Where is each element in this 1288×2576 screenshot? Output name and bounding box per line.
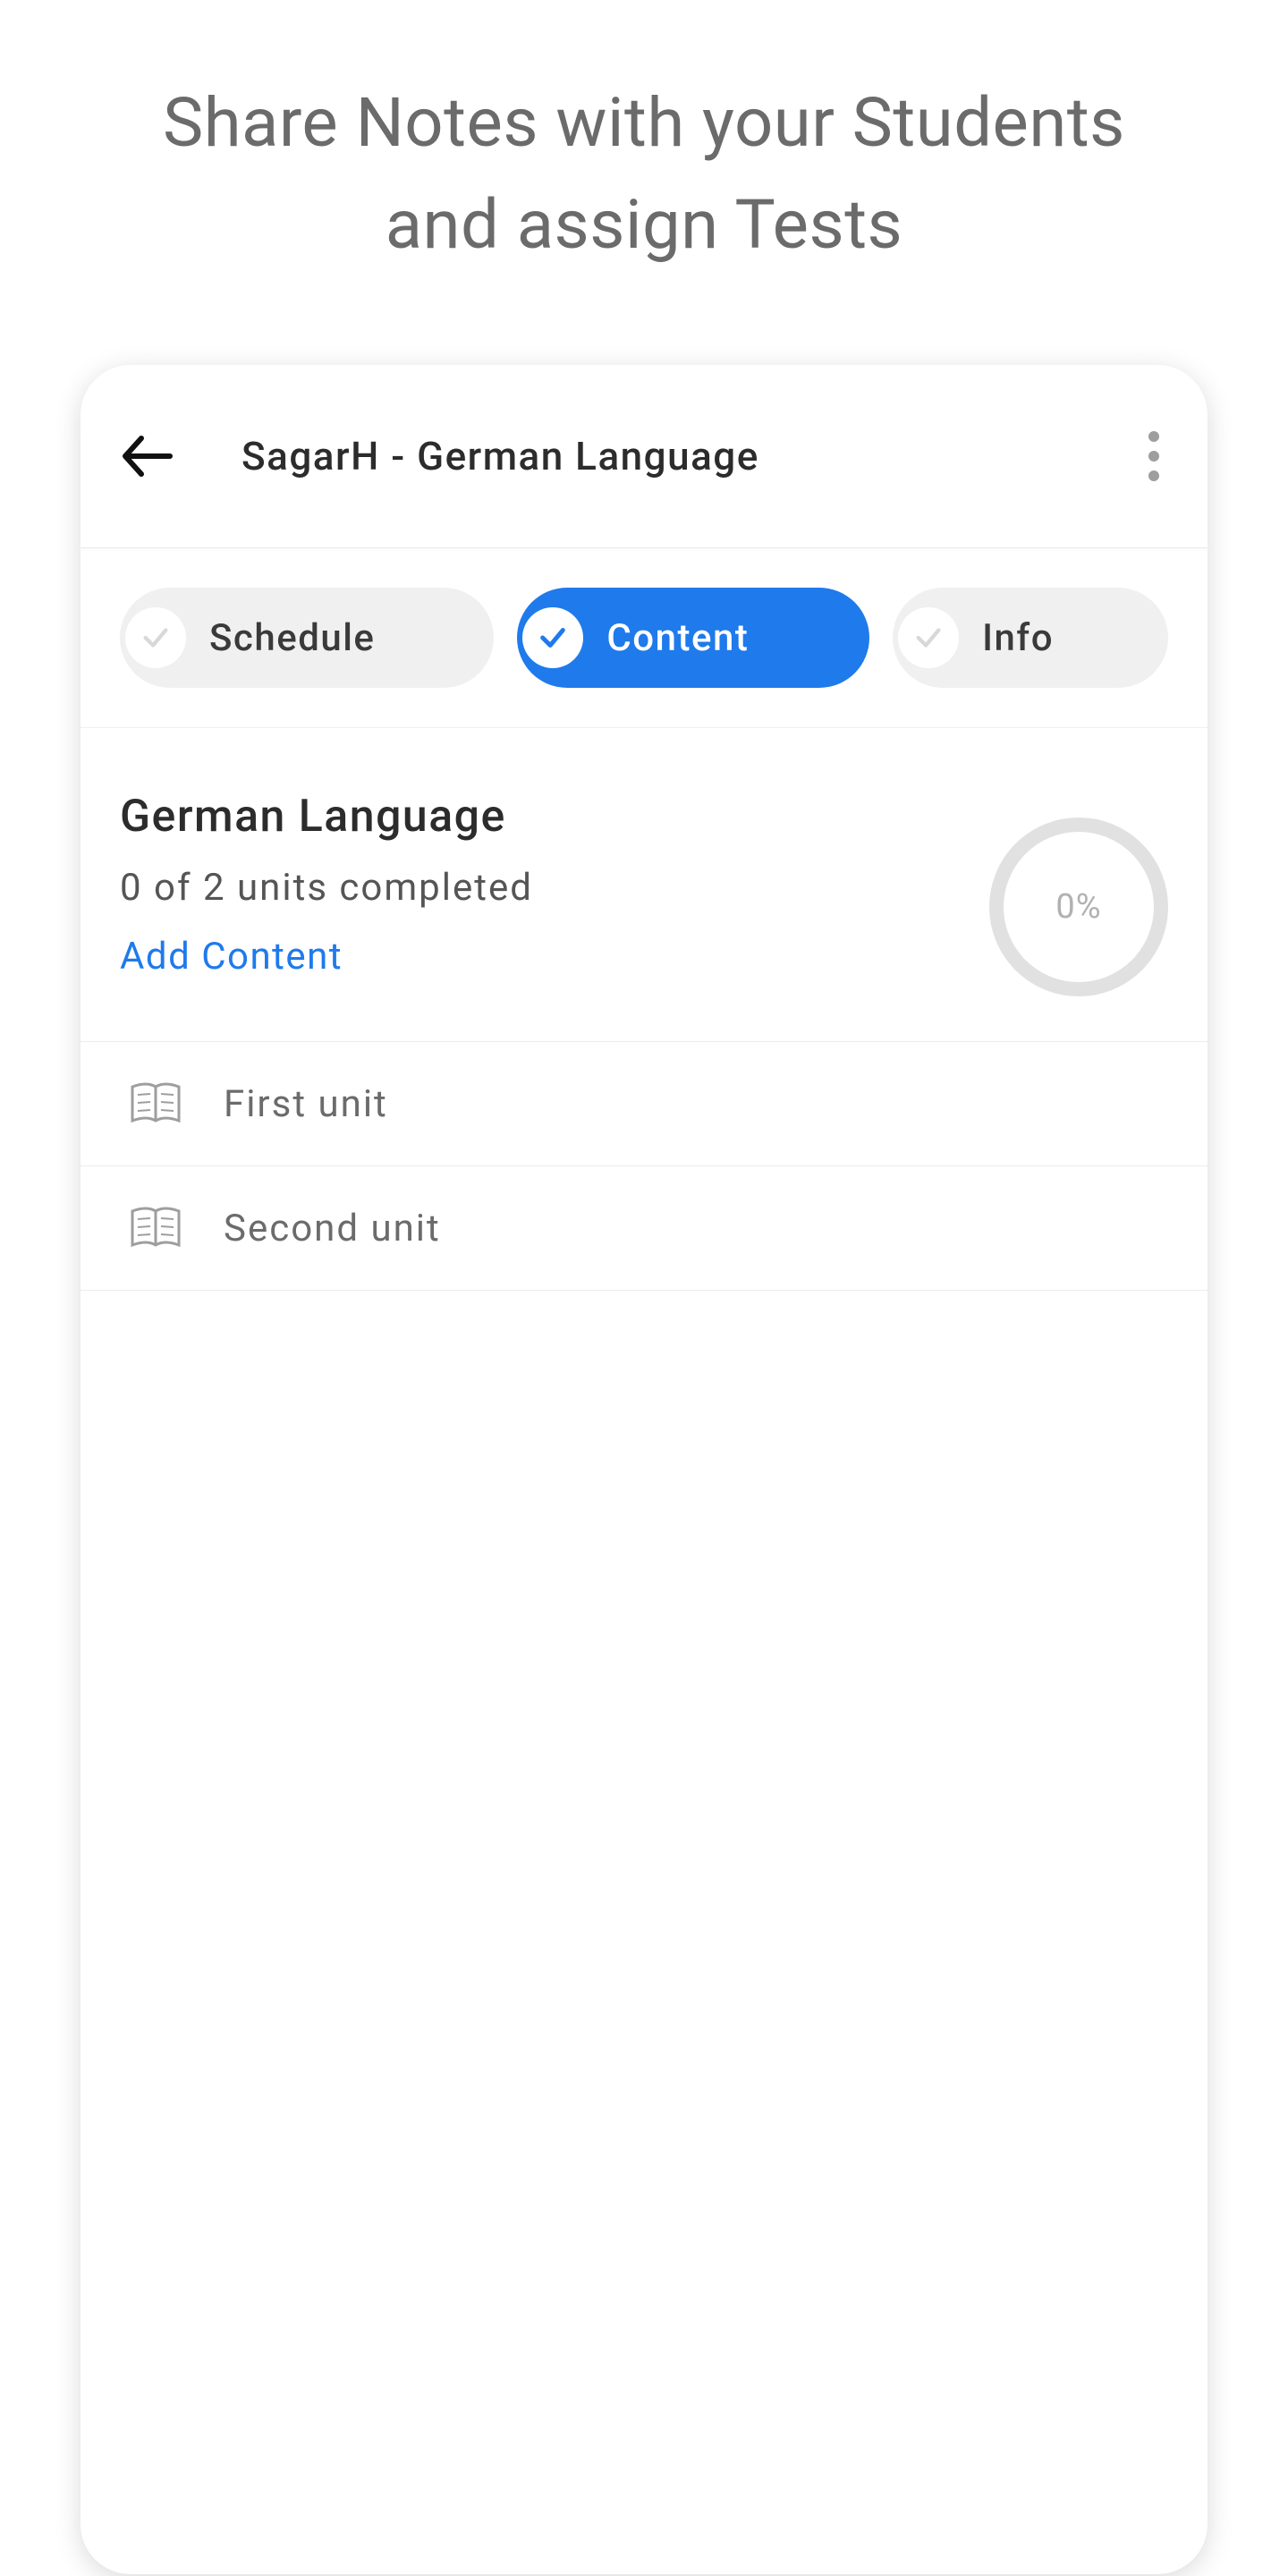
- back-button[interactable]: [120, 429, 174, 483]
- tab-info[interactable]: Info: [893, 588, 1168, 688]
- check-circle-icon: [898, 607, 959, 668]
- progress-text: 0%: [1055, 887, 1101, 927]
- app-frame: SagarH - German Language Schedule Conten…: [80, 365, 1208, 2574]
- tab-label: Content: [606, 616, 749, 660]
- course-title: German Language: [120, 791, 989, 843]
- unit-label: First unit: [224, 1082, 388, 1126]
- book-icon: [129, 1081, 182, 1126]
- more-dot-icon: [1148, 431, 1159, 442]
- book-icon: [129, 1206, 182, 1250]
- check-circle-icon: [125, 607, 186, 668]
- app-header: SagarH - German Language: [80, 365, 1208, 548]
- unit-row[interactable]: Second unit: [80, 1166, 1208, 1291]
- hero-line-2: and assign Tests: [386, 184, 903, 265]
- hero-title: Share Notes with your Students and assig…: [163, 72, 1125, 275]
- tab-label: Schedule: [209, 616, 375, 660]
- course-subtitle: 0 of 2 units completed: [120, 866, 989, 910]
- more-menu-button[interactable]: [1127, 431, 1181, 481]
- tab-content[interactable]: Content: [517, 588, 869, 688]
- unit-label: Second unit: [224, 1207, 441, 1250]
- tabs-row: Schedule Content Info: [80, 548, 1208, 728]
- tab-schedule[interactable]: Schedule: [120, 588, 494, 688]
- arrow-left-icon: [120, 435, 174, 478]
- tab-label: Info: [982, 616, 1054, 660]
- hero-line-1: Share Notes with your Students: [163, 82, 1125, 163]
- unit-row[interactable]: First unit: [80, 1042, 1208, 1166]
- page-title: SagarH - German Language: [242, 433, 1127, 479]
- progress-ring: 0%: [989, 818, 1168, 996]
- more-dot-icon: [1148, 470, 1159, 481]
- add-content-link[interactable]: Add Content: [120, 935, 343, 979]
- course-summary: German Language 0 of 2 units completed A…: [80, 728, 1208, 1042]
- check-circle-icon: [522, 607, 583, 668]
- more-dot-icon: [1148, 451, 1159, 462]
- course-info: German Language 0 of 2 units completed A…: [120, 791, 989, 979]
